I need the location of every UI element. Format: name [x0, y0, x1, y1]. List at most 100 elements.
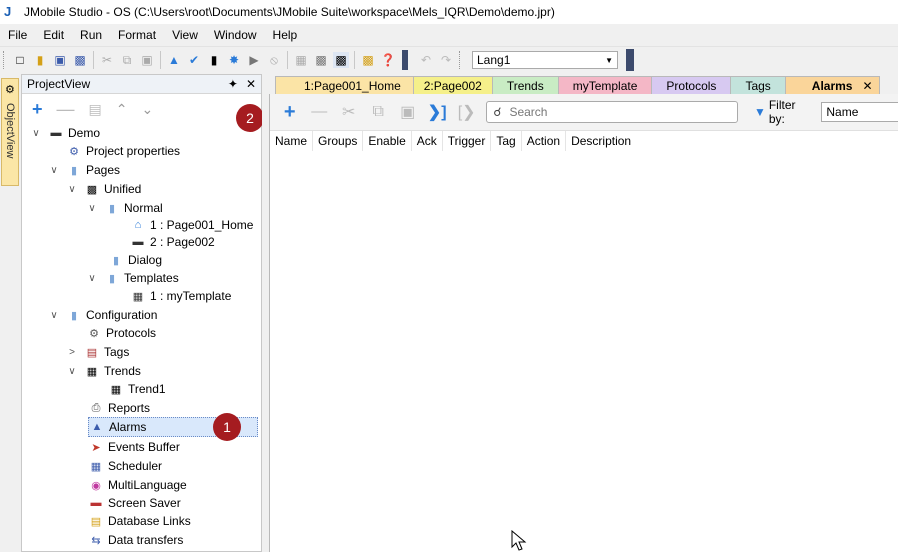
- toolbar-overflow[interactable]: [402, 50, 408, 70]
- column-groups[interactable]: Groups: [313, 131, 364, 151]
- column-name[interactable]: Name: [270, 131, 314, 151]
- open-folder-icon[interactable]: ▮: [32, 52, 48, 68]
- filter-icon: ▼: [753, 105, 766, 119]
- undo-icon[interactable]: ↶: [418, 52, 434, 68]
- pin-icon[interactable]: ✦: [228, 77, 238, 91]
- collapse-icon[interactable]: ∨: [48, 310, 60, 321]
- trend-icon: ▦: [110, 383, 122, 396]
- toolbar-grip[interactable]: [3, 51, 7, 69]
- menu-edit[interactable]: Edit: [35, 28, 72, 42]
- grid-icon[interactable]: ▦: [293, 52, 309, 68]
- validate-icon[interactable]: ✔: [186, 52, 202, 68]
- menu-file[interactable]: File: [0, 28, 35, 42]
- tree-item-templates[interactable]: ∨ ▮ Templates: [86, 269, 178, 287]
- menu-window[interactable]: Window: [206, 28, 265, 42]
- tab-page001-home[interactable]: 1:Page001_Home: [275, 76, 414, 94]
- help-icon[interactable]: ❓: [380, 52, 396, 68]
- collapse-icon[interactable]: ∨: [30, 128, 42, 139]
- tab-page002[interactable]: 2:Page002: [412, 76, 493, 94]
- tree-item-database-links[interactable]: ▤ Database Links: [88, 512, 191, 530]
- tree-item-tags[interactable]: > ▤ Tags: [66, 343, 129, 361]
- tree-item-pages[interactable]: ∨ ▮ Pages: [48, 161, 120, 179]
- close-icon[interactable]: ✕: [246, 77, 256, 91]
- tree-item-configuration[interactable]: ∨ ▮ Configuration: [48, 306, 157, 324]
- tree-item-multilanguage[interactable]: ◉ MultiLanguage: [88, 476, 187, 494]
- layout-icon[interactable]: ▩: [333, 52, 349, 68]
- rename-icon[interactable]: ▤: [89, 100, 102, 118]
- tab-mytemplate[interactable]: myTemplate: [557, 76, 653, 94]
- collapse-icon[interactable]: ∨: [86, 203, 98, 214]
- tab-trends[interactable]: Trends: [491, 76, 559, 94]
- tree-item-protocols[interactable]: ⚙ Protocols: [86, 324, 156, 342]
- tree-item-dialog[interactable]: ▮ Dialog: [108, 251, 162, 269]
- column-description[interactable]: Description: [566, 131, 636, 151]
- column-action[interactable]: Action: [522, 131, 567, 151]
- collapse-icon[interactable]: ∨: [66, 366, 78, 377]
- tree-item-demo[interactable]: ∨ ▬ Demo: [30, 124, 100, 142]
- menu-help[interactable]: Help: [265, 28, 306, 42]
- column-tag[interactable]: Tag: [491, 131, 522, 151]
- tree-item-page002[interactable]: ▬ 2 : Page002: [130, 233, 215, 251]
- expand-icon[interactable]: >: [66, 347, 78, 358]
- import-icon[interactable]: ❯]: [427, 102, 447, 122]
- tree-item-normal[interactable]: ∨ ▮ Normal: [86, 199, 162, 217]
- redo-icon[interactable]: ↷: [438, 52, 454, 68]
- add-alarm-icon[interactable]: +: [280, 101, 299, 124]
- column-trigger[interactable]: Trigger: [443, 131, 492, 151]
- column-enable[interactable]: Enable: [363, 131, 412, 151]
- stop-icon[interactable]: ⦸: [266, 52, 282, 68]
- cut-icon[interactable]: ✂: [339, 102, 358, 122]
- package-icon[interactable]: ▩: [360, 52, 376, 68]
- paste-icon[interactable]: ▣: [398, 102, 417, 122]
- close-tab-icon[interactable]: ✕: [862, 79, 872, 93]
- paste-icon[interactable]: ▣: [139, 52, 155, 68]
- tree-item-trends[interactable]: ∨ ▦ Trends: [66, 362, 141, 380]
- copy-icon[interactable]: ⧉: [368, 103, 387, 121]
- cut-icon[interactable]: ✂: [99, 52, 115, 68]
- filter-select[interactable]: Name: [821, 102, 898, 122]
- move-down-icon[interactable]: ⌄: [141, 100, 153, 118]
- tags-icon: ▤: [86, 346, 98, 359]
- save-icon[interactable]: ▣: [52, 52, 68, 68]
- language-select[interactable]: Lang1 ▼: [472, 51, 618, 69]
- tree-item-events-buffer[interactable]: ➤ Events Buffer: [88, 438, 179, 456]
- remove-alarm-icon[interactable]: —: [309, 103, 328, 121]
- main-toolbar: □ ▮ ▣ ▩ ✂ ⧉ ▣ ▲ ✔ ▮ ✸ ▶ ⦸ ▦ ▩ ▩ ▩ ❓ ↶ ↷ …: [0, 47, 898, 73]
- column-ack[interactable]: Ack: [412, 131, 443, 151]
- collapse-icon[interactable]: ∨: [86, 273, 98, 284]
- tree-item-project-properties[interactable]: ⚙ Project properties: [66, 142, 180, 160]
- tab-alarms[interactable]: Alarms ✕: [784, 76, 880, 94]
- debug-icon[interactable]: ✸: [226, 52, 242, 68]
- tree-item-trend1[interactable]: ▦ Trend1: [108, 380, 166, 398]
- search-input[interactable]: ☌ Search: [486, 101, 738, 123]
- tab-protocols[interactable]: Protocols: [651, 76, 732, 94]
- download-icon[interactable]: ▲: [166, 52, 182, 68]
- export-icon[interactable]: [❯: [457, 102, 476, 122]
- tree-item-reports[interactable]: ⎙ Reports: [88, 399, 150, 417]
- copy-icon[interactable]: ⧉: [119, 52, 135, 68]
- menu-view[interactable]: View: [164, 28, 206, 42]
- tree-item-scheduler[interactable]: ▦ Scheduler: [88, 457, 162, 475]
- tree-item-data-transfers[interactable]: ⇆ Data transfers: [88, 531, 183, 549]
- move-up-icon[interactable]: ⌃: [116, 100, 128, 118]
- objectview-tab[interactable]: ⚙ ObjectView: [1, 78, 19, 186]
- tree-item-unified[interactable]: ∨ ▩ Unified: [66, 180, 141, 198]
- remove-icon[interactable]: —: [57, 100, 75, 118]
- collapse-icon[interactable]: ∨: [66, 184, 78, 195]
- snap-icon[interactable]: ▩: [313, 52, 329, 68]
- new-file-icon[interactable]: □: [12, 52, 28, 68]
- play-icon[interactable]: ▶: [246, 52, 262, 68]
- tree-item-screen-saver[interactable]: ▬ Screen Saver: [88, 494, 181, 512]
- tree-item-page001-home[interactable]: ⌂ 1 : Page001_Home: [130, 216, 254, 234]
- toolbar-overflow[interactable]: [626, 49, 634, 71]
- save-all-icon[interactable]: ▩: [72, 52, 88, 68]
- collapse-icon[interactable]: ∨: [48, 165, 60, 176]
- toolbar-grip[interactable]: [459, 51, 463, 69]
- panel-splitter[interactable]: [262, 74, 269, 552]
- add-icon[interactable]: +: [32, 100, 43, 118]
- tab-tags[interactable]: Tags: [730, 76, 786, 94]
- usb-icon[interactable]: ▮: [206, 52, 222, 68]
- menu-run[interactable]: Run: [72, 28, 110, 42]
- menu-format[interactable]: Format: [110, 28, 164, 42]
- tree-item-mytemplate[interactable]: ▦ 1 : myTemplate: [130, 287, 232, 305]
